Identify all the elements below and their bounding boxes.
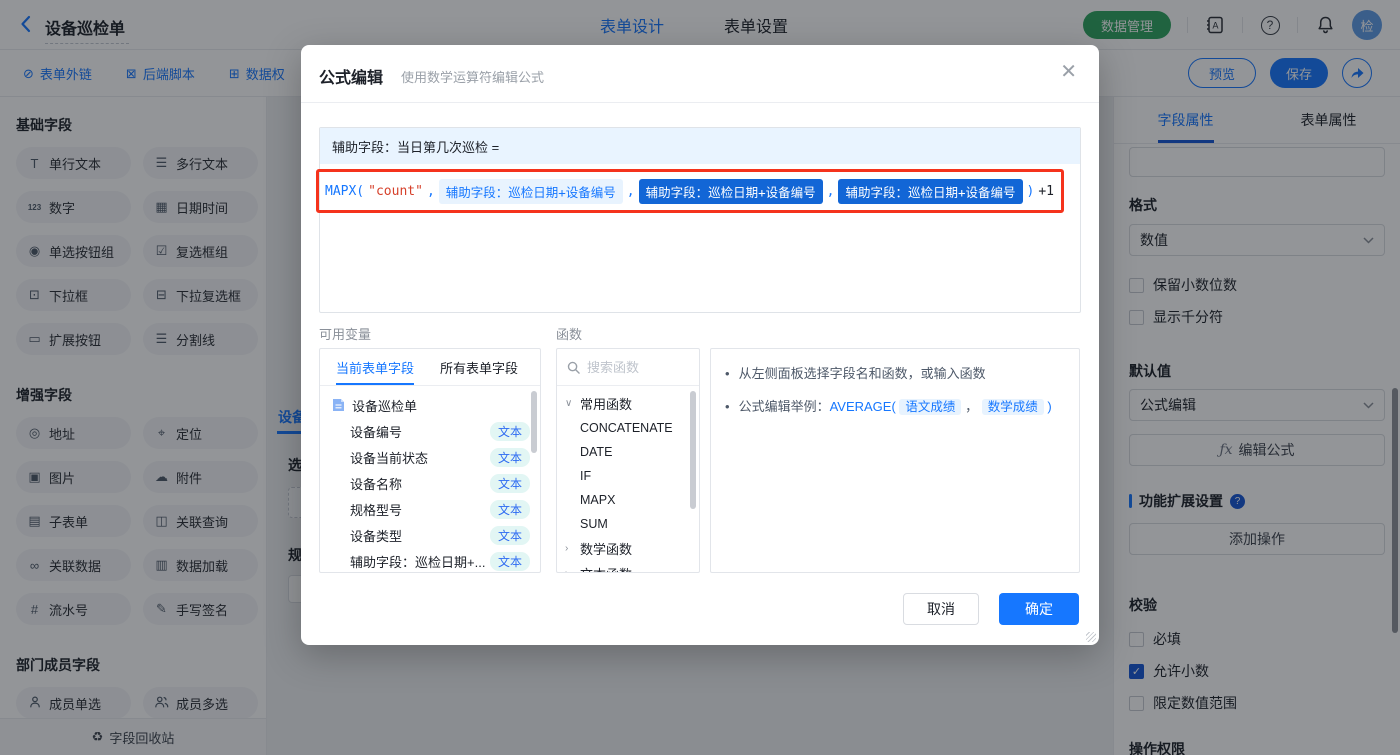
example-function: AVERAGE( [830, 399, 896, 414]
modal-title: 公式编辑 [319, 64, 383, 88]
document-icon [332, 398, 345, 412]
tip-line: •从左侧面板选择字段名和函数，或输入函数 [725, 364, 1065, 384]
function-item-mapx[interactable]: MAPX [557, 488, 699, 512]
variable-row[interactable]: 设备编号文本 [320, 418, 540, 444]
type-badge: 文本 [490, 422, 530, 441]
scrollbar-thumb[interactable] [690, 391, 696, 509]
function-item-if[interactable]: IF [557, 464, 699, 488]
type-badge: 文本 [490, 448, 530, 467]
tab-all-form-fields[interactable]: 所有表单字段 [440, 349, 518, 385]
example-token: 语文成绩 [899, 399, 961, 415]
variable-row[interactable]: 辅助字段：巡检日期+...文本 [320, 548, 540, 573]
tree-node-form[interactable]: 设备巡检单 [320, 392, 540, 418]
modal-subtitle: 使用数学运算符编辑公式 [401, 67, 544, 86]
variables-tree: 设备巡检单 设备编号文本 设备当前状态文本 设备名称文本 规格型号文本 设备类型… [320, 386, 540, 573]
type-badge: 文本 [490, 526, 530, 545]
formula-expression[interactable]: MAPX("count", 辅助字段：巡检日期+设备编号 , 辅助字段：巡检日期… [325, 173, 1054, 209]
type-badge: 文本 [490, 474, 530, 493]
tip-example-line: • 公式编辑举例：AVERAGE( 语文成绩 ， 数学成绩 ) [725, 397, 1065, 417]
formula-string-arg: "count" [368, 184, 423, 199]
formula-function-name: MAPX( [325, 184, 364, 199]
function-search[interactable] [557, 349, 699, 386]
formula-target-label: 辅助字段：当日第几次巡检 = [320, 128, 1080, 164]
variable-row[interactable]: 设备类型文本 [320, 522, 540, 548]
field-token-selected[interactable]: 辅助字段：巡检日期+设备编号 [639, 179, 823, 204]
confirm-button[interactable]: 确定 [999, 593, 1079, 625]
tab-current-form-fields[interactable]: 当前表单字段 [336, 349, 414, 385]
field-token[interactable]: 辅助字段：巡检日期+设备编号 [439, 179, 623, 204]
variables-label: 可用变量 [319, 324, 371, 343]
formula-suffix: +1 [1038, 184, 1054, 199]
modal-resize-handle[interactable] [1086, 632, 1096, 642]
function-item-date[interactable]: DATE [557, 440, 699, 464]
caret-right-icon: › [565, 568, 574, 573]
function-item-concatenate[interactable]: CONCATENATE [557, 416, 699, 440]
type-badge: 文本 [490, 552, 530, 571]
search-icon [567, 361, 580, 374]
app-root: 设备巡检单 表单设计 表单设置 数据管理 A ? 检 ⊘表单外链 ⊠后端脚本 ⊞… [0, 0, 1400, 755]
caret-right-icon: › [565, 543, 574, 554]
function-search-input[interactable] [587, 360, 677, 375]
scrollbar-thumb[interactable] [531, 391, 537, 453]
functions-label: 函数 [556, 324, 582, 343]
function-group-text[interactable]: ›文本函数 [557, 561, 699, 573]
variable-row[interactable]: 规格型号文本 [320, 496, 540, 522]
close-icon[interactable]: ✕ [1060, 62, 1077, 82]
function-group-math[interactable]: ›数学函数 [557, 536, 699, 561]
caret-down-icon: ∨ [565, 398, 574, 409]
functions-panel: ∨常用函数 CONCATENATE DATE IF MAPX SUM ›数学函数… [556, 348, 700, 573]
example-token: 数学成绩 [982, 399, 1044, 415]
variable-row[interactable]: 设备名称文本 [320, 470, 540, 496]
formula-editor-modal: 公式编辑 使用数学运算符编辑公式 ✕ 辅助字段：当日第几次巡检 = MAPX( "… [301, 45, 1099, 645]
formula-editor-box[interactable]: 辅助字段：当日第几次巡检 = [319, 127, 1081, 313]
function-group-common[interactable]: ∨常用函数 [557, 391, 699, 416]
modal-header: 公式编辑 使用数学运算符编辑公式 ✕ [301, 45, 1099, 103]
type-badge: 文本 [490, 500, 530, 519]
variable-row[interactable]: 设备当前状态文本 [320, 444, 540, 470]
tips-panel: •从左侧面板选择字段名和函数，或输入函数 • 公式编辑举例：AVERAGE( 语… [710, 348, 1080, 573]
function-item-sum[interactable]: SUM [557, 512, 699, 536]
variables-panel: 当前表单字段 所有表单字段 设备巡检单 设备编号文本 设备当前状态文本 设备名称… [319, 348, 541, 573]
cancel-button[interactable]: 取消 [903, 593, 979, 625]
field-token-selected[interactable]: 辅助字段：巡检日期+设备编号 [838, 179, 1022, 204]
